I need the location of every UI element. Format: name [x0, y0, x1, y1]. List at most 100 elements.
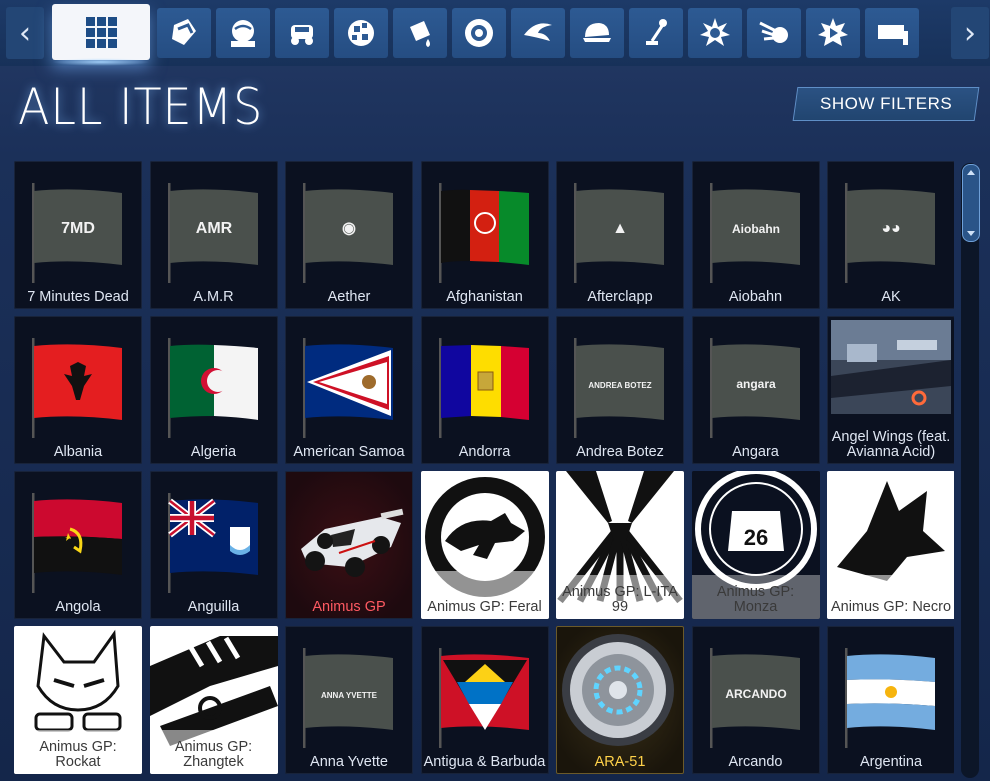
item-tile[interactable]: Animus GP: Rockat — [14, 626, 142, 774]
goal-explosion-icon — [697, 15, 733, 51]
item-tile[interactable]: ▲ Afterclapp — [556, 161, 684, 309]
item-tile[interactable]: Animus GP: Feral — [420, 471, 549, 619]
tab-grid[interactable] — [52, 4, 150, 60]
item-name: Angel Wings (feat. Avianna Acid) — [831, 429, 951, 460]
item-name: AK — [881, 289, 901, 305]
item-name: Animus GP: Necro — [830, 599, 952, 615]
item-tile[interactable]: ◉ Aether — [285, 161, 413, 309]
svg-text:▲: ▲ — [612, 220, 628, 237]
tab-scroll-left-button[interactable]: ‹ — [6, 7, 44, 59]
item-tile[interactable]: 7MD 7 Minutes Dead — [14, 161, 142, 309]
tab-trail[interactable] — [747, 8, 801, 58]
tab-goal-explosion[interactable] — [688, 8, 742, 58]
item-tile[interactable]: Andorra — [420, 316, 549, 464]
grid-icon — [83, 14, 119, 50]
tab-paint-bucket[interactable] — [393, 8, 447, 58]
paint-finish-icon — [343, 15, 379, 51]
item-tile[interactable]: Animus GP: L-ITA 99 — [556, 471, 684, 619]
item-name: A.M.R — [193, 289, 234, 305]
svg-text:◉: ◉ — [342, 220, 356, 237]
item-tile[interactable]: Antigua & Barbuda — [420, 626, 549, 774]
svg-text:Aiobahn: Aiobahn — [732, 222, 780, 236]
item-tile[interactable]: Anguilla — [149, 471, 278, 619]
avatar-icon — [225, 15, 261, 51]
car-body-icon — [284, 15, 320, 51]
svg-text:7MD: 7MD — [61, 220, 95, 237]
item-name: Antigua & Barbuda — [423, 754, 546, 770]
tab-avatar[interactable] — [216, 8, 270, 58]
item-tile[interactable]: ANNA YVETTE Anna Yvette — [285, 626, 413, 774]
tab-topper-cap[interactable] — [570, 8, 624, 58]
trail-icon — [756, 15, 792, 51]
paint-bucket-icon — [402, 15, 438, 51]
svg-text:angara: angara — [736, 377, 776, 391]
antenna-icon — [638, 15, 674, 51]
svg-text:ARCANDO: ARCANDO — [725, 687, 786, 701]
item-tile[interactable]: Animus GP — [285, 471, 413, 619]
chevron-left-icon: ‹ — [19, 15, 31, 51]
svg-text:AMR: AMR — [195, 220, 232, 237]
item-name: Afterclapp — [587, 289, 653, 305]
active-tab-glow — [52, 58, 150, 66]
item-name: Andrea Botez — [576, 444, 664, 460]
tab-decal[interactable] — [157, 8, 211, 58]
item-tile[interactable]: Algeria — [149, 316, 278, 464]
item-tile[interactable]: ◕◕ AK — [827, 161, 954, 309]
item-tile[interactable]: American Samoa — [285, 316, 413, 464]
grid-scrollbar[interactable] — [961, 163, 979, 778]
decal-icon — [166, 15, 202, 51]
item-tile[interactable]: Angel Wings (feat. Avianna Acid) — [827, 316, 954, 464]
rocket-boost-icon — [520, 15, 556, 51]
scrollbar-thumb[interactable] — [962, 164, 980, 242]
item-tile[interactable]: ARA-51 — [556, 626, 684, 774]
item-tile[interactable]: Argentina — [827, 626, 954, 774]
page-title: ALL ITEMS — [18, 78, 264, 136]
item-name: Aether — [327, 289, 371, 305]
item-name: Animus GP: Rockat — [39, 739, 117, 770]
tab-wheel[interactable] — [452, 8, 506, 58]
tab-rocket-boost[interactable] — [511, 8, 565, 58]
svg-text:ANDREA BOTEZ: ANDREA BOTEZ — [588, 381, 651, 390]
item-name: Aiobahn — [728, 289, 783, 305]
banner-icon — [874, 15, 910, 51]
item-tile[interactable]: Animus GP: Zhangtek — [149, 626, 278, 774]
item-tile[interactable]: 26 Animus GP: Monza — [691, 471, 820, 619]
item-name: American Samoa — [293, 444, 405, 460]
item-name: Andorra — [458, 444, 511, 460]
item-tile[interactable]: Albania — [14, 316, 142, 464]
tab-car-body[interactable] — [275, 8, 329, 58]
item-name: Anguilla — [187, 599, 240, 615]
item-name: Afghanistan — [446, 289, 523, 305]
item-name: Animus GP: Feral — [427, 599, 542, 615]
item-tile[interactable]: ANDREA BOTEZ Andrea Botez — [556, 316, 684, 464]
item-tile[interactable]: AMR A.M.R — [149, 161, 278, 309]
tab-paint-finish[interactable] — [334, 8, 388, 58]
item-tile[interactable]: angara Angara — [691, 316, 820, 464]
item-tile[interactable]: Animus GP: Necro — [827, 471, 954, 619]
item-name: Anna Yvette — [310, 754, 388, 770]
show-filters-label: SHOW FILTERS — [819, 94, 953, 113]
show-filters-button[interactable]: SHOW FILTERS — [792, 87, 980, 121]
item-tile[interactable]: Angola — [14, 471, 142, 619]
item-name: Arcando — [728, 754, 783, 770]
item-name: ARA-51 — [594, 754, 646, 770]
item-name: 7 Minutes Dead — [27, 289, 129, 305]
topper-cap-icon — [579, 15, 615, 51]
items-grid: 7MD 7 Minutes Dead AMR A.M.R ◉ Aether Afgha… — [14, 161, 954, 781]
item-name: Animus GP: Monza — [716, 584, 795, 615]
tab-scroll-right-button[interactable]: › — [951, 7, 989, 59]
engine-audio-icon — [815, 15, 851, 51]
item-tile[interactable]: Aiobahn Aiobahn — [691, 161, 820, 309]
item-name: Algeria — [190, 444, 237, 460]
item-name: Animus GP: L-ITA 99 — [562, 584, 678, 615]
tab-banner[interactable] — [865, 8, 919, 58]
item-tile[interactable]: ARCANDO Arcando — [691, 626, 820, 774]
item-name: Animus GP — [312, 599, 386, 615]
item-name: Animus GP: Zhangtek — [174, 739, 253, 770]
item-tile[interactable]: Afghanistan — [420, 161, 549, 309]
tab-engine-audio[interactable] — [806, 8, 860, 58]
tab-antenna[interactable] — [629, 8, 683, 58]
item-name: Angara — [732, 444, 779, 460]
item-name: Albania — [53, 444, 103, 460]
item-name: Angola — [55, 599, 101, 615]
